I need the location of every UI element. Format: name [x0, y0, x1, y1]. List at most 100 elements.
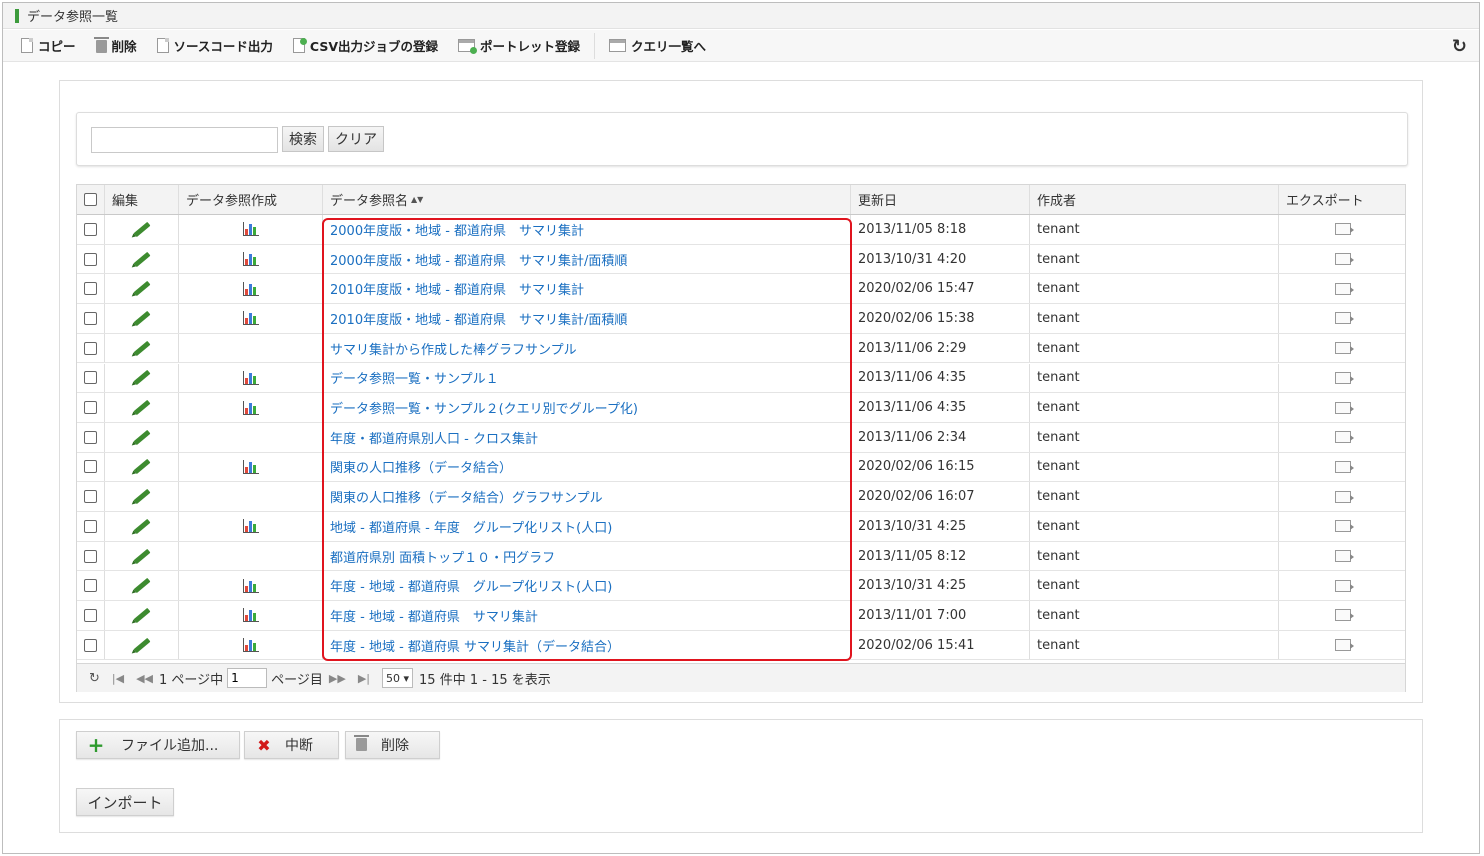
delete-button[interactable]: 削除	[86, 32, 147, 60]
per-page-select[interactable]: 50 ▾	[382, 668, 414, 688]
export-icon[interactable]	[1335, 520, 1354, 533]
pencil-icon[interactable]	[132, 281, 151, 297]
row-export-cell	[1279, 631, 1407, 660]
search-input[interactable]	[91, 127, 278, 153]
row-checkbox[interactable]	[84, 282, 97, 296]
sort-icon[interactable]: ▲▼	[411, 195, 423, 204]
data-ref-name-link[interactable]: 2010年度版・地域 - 都道府県 サマリ集計/面積順	[330, 309, 627, 328]
pencil-icon[interactable]	[132, 607, 151, 624]
chart-icon[interactable]	[242, 222, 259, 237]
add-file-button[interactable]: + ファイル追加...	[76, 731, 240, 759]
chart-icon[interactable]	[242, 311, 259, 326]
pager-refresh-icon[interactable]: ↻	[89, 671, 100, 686]
row-checkbox[interactable]	[84, 519, 97, 533]
row-checkbox[interactable]	[84, 252, 97, 266]
clear-button[interactable]: クリア	[328, 126, 384, 152]
prev-page-icon[interactable]: ◀◀	[136, 672, 153, 685]
delete-file-button[interactable]: 削除	[345, 731, 440, 759]
export-icon[interactable]	[1335, 460, 1354, 473]
row-checkbox[interactable]	[84, 608, 97, 622]
data-ref-name-link[interactable]: 年度 - 地域 - 都道府県 サマリ集計（データ結合）	[330, 636, 620, 655]
export-icon[interactable]	[1335, 431, 1354, 444]
chart-icon[interactable]	[242, 578, 259, 593]
chart-icon[interactable]	[242, 281, 259, 296]
row-checkbox[interactable]	[84, 638, 97, 652]
copy-button[interactable]: コピー	[11, 32, 86, 60]
row-select-cell	[77, 630, 105, 660]
export-icon[interactable]	[1335, 639, 1354, 652]
row-checkbox[interactable]	[84, 549, 97, 563]
chart-icon[interactable]	[242, 608, 259, 623]
pencil-icon[interactable]	[132, 310, 151, 327]
export-icon[interactable]	[1335, 579, 1354, 592]
data-ref-name-link[interactable]: 年度・都道府県別人口 - クロス集計	[330, 428, 538, 447]
export-icon[interactable]	[1335, 550, 1354, 563]
header-name[interactable]: データ参照名 ▲▼	[323, 185, 851, 214]
pencil-icon[interactable]	[132, 518, 151, 535]
export-icon[interactable]	[1335, 342, 1354, 355]
export-icon[interactable]	[1335, 312, 1354, 325]
chart-icon[interactable]	[242, 370, 259, 385]
pencil-icon[interactable]	[132, 429, 151, 445]
data-ref-name-link[interactable]: 2000年度版・地域 - 都道府県 サマリ集計	[330, 220, 584, 239]
export-icon[interactable]	[1335, 371, 1354, 384]
row-checkbox[interactable]	[84, 460, 97, 474]
source-output-button[interactable]: ソースコード出力	[147, 32, 283, 60]
row-checkbox[interactable]	[84, 490, 97, 504]
pencil-icon[interactable]	[132, 251, 151, 267]
row-checkbox[interactable]	[84, 371, 97, 385]
data-ref-name-link[interactable]: 都道府県別 面積トップ１０・円グラフ	[330, 547, 555, 566]
search-button[interactable]: 検索	[282, 126, 324, 152]
data-ref-name-link[interactable]: 関東の人口推移（データ結合）グラフサンプル	[330, 487, 603, 506]
row-checkbox[interactable]	[84, 401, 97, 415]
csv-job-button[interactable]: CSV出力ジョブの登録	[283, 32, 448, 60]
pencil-icon[interactable]	[132, 548, 151, 564]
export-icon[interactable]	[1335, 609, 1354, 622]
pencil-icon[interactable]	[132, 399, 151, 416]
export-icon[interactable]	[1335, 401, 1354, 414]
pencil-icon[interactable]	[132, 370, 151, 386]
data-ref-name-link[interactable]: 2000年度版・地域 - 都道府県 サマリ集計/面積順	[330, 250, 627, 269]
import-button[interactable]: インポート	[76, 788, 174, 816]
pencil-icon[interactable]	[132, 340, 151, 356]
export-icon[interactable]	[1335, 282, 1354, 295]
select-all-checkbox[interactable]	[84, 193, 97, 206]
pencil-icon[interactable]	[132, 221, 151, 238]
toolbar: コピー 削除 ソースコード出力 CSV出力ジョブの登録 ポートレット登録 クエリ…	[3, 30, 1479, 62]
data-ref-name-link[interactable]: 関東の人口推移（データ結合）	[330, 457, 512, 476]
next-page-icon[interactable]: ▶▶	[329, 672, 346, 685]
chart-icon[interactable]	[242, 638, 259, 653]
row-checkbox[interactable]	[84, 430, 97, 444]
table-row: 関東の人口推移（データ結合）グラフサンプル 2020/02/06 16:07 ten…	[77, 482, 1405, 512]
row-checkbox[interactable]	[84, 579, 97, 593]
first-page-icon[interactable]: |◀	[112, 672, 124, 685]
row-checkbox[interactable]	[84, 311, 97, 325]
query-list-button[interactable]: クエリ一覧へ	[599, 32, 716, 60]
chart-icon[interactable]	[242, 400, 259, 415]
chart-icon[interactable]	[242, 459, 259, 474]
abort-button[interactable]: ✖ 中断	[244, 731, 339, 759]
chart-icon[interactable]	[242, 519, 259, 534]
export-icon[interactable]	[1335, 253, 1354, 266]
pencil-icon[interactable]	[132, 488, 151, 505]
table-row: データ参照一覧・サンプル２(クエリ別でグループ化) 2013/11/06 4:35…	[77, 393, 1405, 423]
portlet-register-button[interactable]: ポートレット登録	[448, 32, 590, 60]
pencil-icon[interactable]	[132, 637, 151, 653]
data-ref-name-link[interactable]: 地域 - 都道府県 - 年度 グループ化リスト(人口)	[330, 517, 612, 536]
data-ref-name-link[interactable]: 2010年度版・地域 - 都道府県 サマリ集計	[330, 279, 584, 298]
data-ref-name-link[interactable]: 年度 - 地域 - 都道府県 グループ化リスト(人口)	[330, 576, 612, 595]
pencil-icon[interactable]	[132, 578, 151, 594]
data-ref-name-link[interactable]: データ参照一覧・サンプル１	[330, 368, 499, 387]
export-icon[interactable]	[1335, 223, 1354, 236]
refresh-icon[interactable]: ↻	[1452, 36, 1467, 57]
data-ref-name-link[interactable]: データ参照一覧・サンプル２(クエリ別でグループ化)	[330, 398, 638, 417]
data-ref-name-link[interactable]: 年度 - 地域 - 都道府県 サマリ集計	[330, 606, 538, 625]
row-checkbox[interactable]	[84, 341, 97, 355]
page-number-input[interactable]	[227, 668, 268, 688]
data-ref-name-link[interactable]: サマリ集計から作成した棒グラフサンプル	[330, 339, 577, 358]
last-page-icon[interactable]: ▶|	[358, 672, 370, 685]
row-checkbox[interactable]	[84, 222, 97, 236]
chart-icon[interactable]	[242, 252, 259, 267]
pencil-icon[interactable]	[132, 459, 151, 475]
export-icon[interactable]	[1335, 490, 1354, 503]
